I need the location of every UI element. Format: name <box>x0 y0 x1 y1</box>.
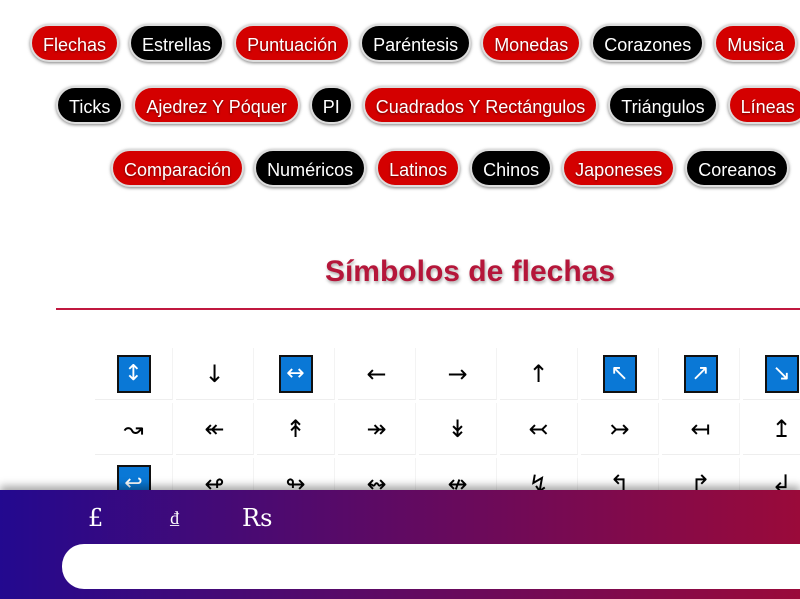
selected-symbol[interactable]: Rs <box>242 504 272 532</box>
title-divider <box>56 308 800 310</box>
arrow-symbol: ↥ <box>771 414 792 443</box>
category-button[interactable]: Puntuación <box>234 24 351 62</box>
category-button[interactable]: Líneas <box>727 86 800 124</box>
symbol-cell[interactable]: ↖ <box>581 348 659 400</box>
category-button[interactable]: Estrellas <box>129 24 225 62</box>
symbol-cell[interactable]: ↘ <box>743 348 800 400</box>
arrow-symbol: ↔ <box>278 354 313 393</box>
category-button[interactable]: Ticks <box>56 86 124 124</box>
symbol-cell[interactable]: → <box>419 348 497 400</box>
arrow-symbol: ↖ <box>602 354 637 393</box>
arrow-symbol: ↠ <box>366 414 387 443</box>
symbol-cell[interactable]: ↔ <box>257 348 335 400</box>
arrow-symbol: ← <box>366 359 387 388</box>
arrow-symbol: ↗ <box>683 354 718 393</box>
symbol-cell[interactable]: ← <box>338 348 416 400</box>
category-button[interactable]: Chinos <box>470 149 553 187</box>
category-row-3: Comparación Numéricos Latinos Chinos Japones… <box>111 149 790 187</box>
symbol-cell[interactable]: ↝ <box>95 403 173 455</box>
selected-symbols-bar: £ ₫ Rs <box>0 490 800 599</box>
category-button[interactable]: Triángulos <box>608 86 718 124</box>
category-row-2: Ticks Ajedrez Y Póquer PI Cuadrados Y Rectá… <box>56 86 800 124</box>
category-button[interactable]: PI <box>309 86 353 124</box>
category-button[interactable]: Latinos <box>376 149 461 187</box>
symbol-cell[interactable]: ↠ <box>338 403 416 455</box>
symbol-cell[interactable]: ↤ <box>662 403 740 455</box>
symbol-cell[interactable]: ↗ <box>662 348 740 400</box>
arrow-symbol: ↢ <box>528 414 549 443</box>
category-button[interactable]: Corazones <box>591 24 705 62</box>
symbol-cell[interactable]: ↣ <box>581 403 659 455</box>
arrow-symbol: → <box>447 359 468 388</box>
arrow-symbol: ↟ <box>285 414 306 443</box>
category-button[interactable]: Flechas <box>30 24 120 62</box>
arrow-symbol: ↘ <box>764 354 799 393</box>
symbol-cell[interactable]: ↑ <box>500 348 578 400</box>
symbol-cell[interactable]: ↥ <box>743 403 800 455</box>
selected-symbol[interactable]: ₫ <box>170 508 179 529</box>
arrow-symbol: ↣ <box>609 414 630 443</box>
category-button[interactable]: Musica <box>714 24 798 62</box>
copy-input[interactable] <box>62 544 800 589</box>
symbol-grid: ↕ ↓ ↔ ← → ↑ ↖ ↗ ↘ ↝ ↞ ↟ ↠ ↡ ↢ ↣ ↤ ↥ ↩ ↫ ↬ ↭ ↮ ↯ ↰ ↱ ↲ <box>95 348 800 510</box>
category-row-1: Flechas Estrellas Puntuación Paréntesis Mone… <box>30 24 798 62</box>
symbol-cell[interactable]: ↡ <box>419 403 497 455</box>
category-button[interactable]: Numéricos <box>254 149 367 187</box>
category-button[interactable]: Ajedrez Y Póquer <box>133 86 300 124</box>
category-button[interactable]: Cuadrados Y Rectángulos <box>362 86 599 124</box>
category-button[interactable]: Japoneses <box>562 149 676 187</box>
arrow-symbol: ↕ <box>116 354 151 393</box>
section-title: Símbolos de flechas <box>324 255 616 288</box>
category-button[interactable]: Coreanos <box>685 149 790 187</box>
category-button[interactable]: Comparación <box>111 149 245 187</box>
arrow-symbol: ↓ <box>204 359 225 388</box>
arrow-symbol: ↞ <box>204 414 225 443</box>
symbol-cell[interactable]: ↞ <box>176 403 254 455</box>
arrow-symbol: ↡ <box>447 414 468 443</box>
symbol-cell[interactable]: ↕ <box>95 348 173 400</box>
category-button[interactable]: Paréntesis <box>360 24 472 62</box>
symbol-cell[interactable]: ↓ <box>176 348 254 400</box>
arrow-symbol: ↤ <box>690 414 711 443</box>
arrow-symbol: ↝ <box>123 414 144 443</box>
symbol-cell[interactable]: ↟ <box>257 403 335 455</box>
selected-symbol[interactable]: £ <box>88 504 103 532</box>
category-button[interactable]: Monedas <box>481 24 582 62</box>
arrow-symbol: ↑ <box>528 359 549 388</box>
symbol-cell[interactable]: ↢ <box>500 403 578 455</box>
